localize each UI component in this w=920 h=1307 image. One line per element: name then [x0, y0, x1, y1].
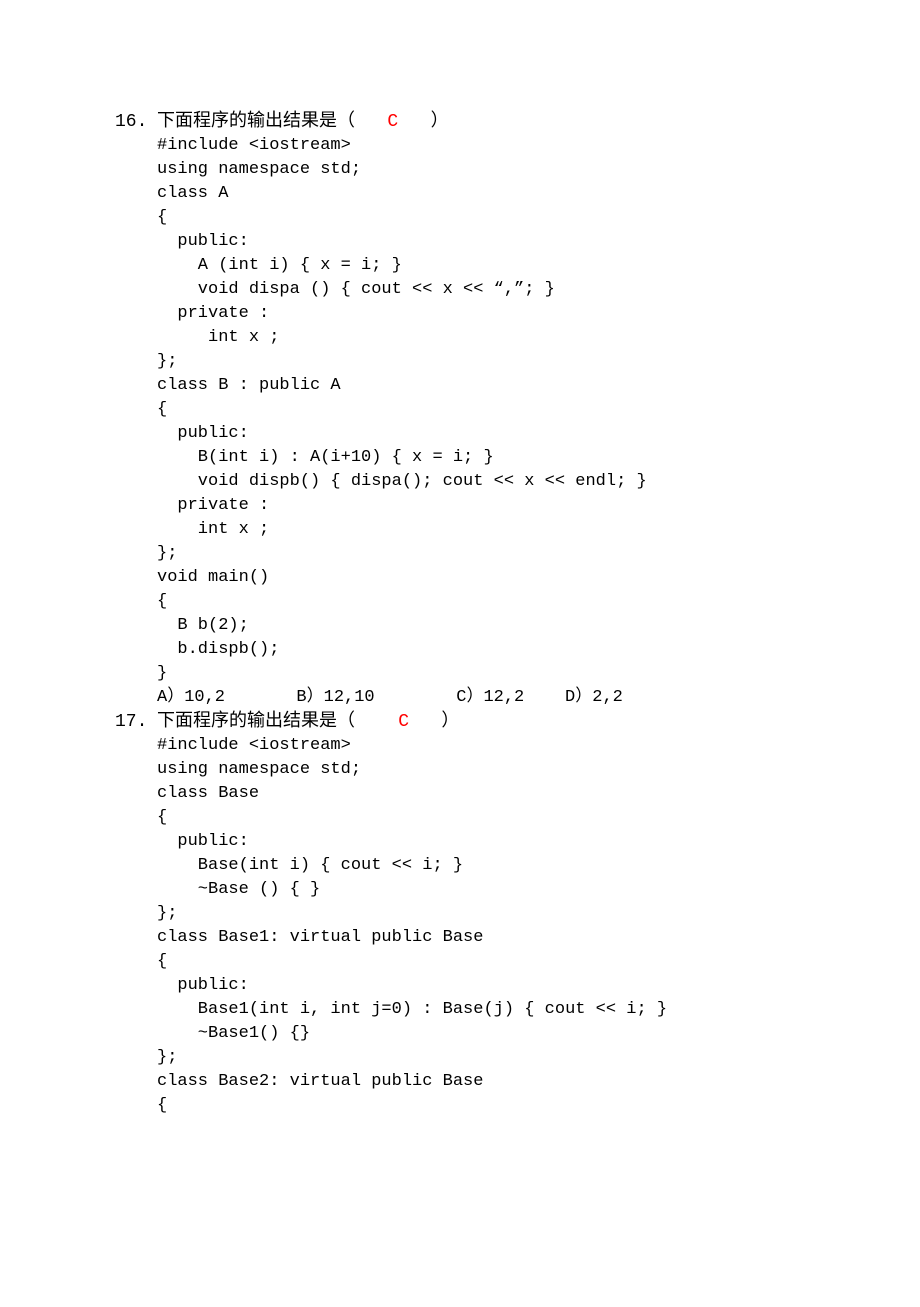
code-block-17: #include <iostream> using namespace std;… — [157, 734, 860, 1118]
question-16: 16. 下面程序的输出结果是（ C ） #include <iostream> … — [115, 110, 860, 710]
stem-prefix: 下面程序的输出结果是（ — [157, 112, 387, 132]
answer-letter: C — [398, 712, 409, 732]
answer-letter: C — [387, 112, 398, 132]
question-17-header: 17. 下面程序的输出结果是（ C ） — [115, 710, 860, 734]
options-16: A）10,2 B）12,10 C）12,2 D）2,2 — [157, 686, 860, 710]
stem-suffix: ） — [409, 712, 459, 732]
question-stem: 下面程序的输出结果是（ C ） — [157, 710, 459, 734]
question-number: 16. — [115, 110, 157, 134]
question-stem: 下面程序的输出结果是（ C ） — [157, 110, 449, 134]
code-block-16: #include <iostream> using namespace std;… — [157, 134, 860, 686]
stem-suffix: ） — [398, 112, 448, 132]
question-number: 17. — [115, 710, 157, 734]
question-17: 17. 下面程序的输出结果是（ C ） #include <iostream> … — [115, 710, 860, 1118]
question-16-header: 16. 下面程序的输出结果是（ C ） — [115, 110, 860, 134]
stem-prefix: 下面程序的输出结果是（ — [157, 712, 398, 732]
page: 16. 下面程序的输出结果是（ C ） #include <iostream> … — [0, 0, 920, 1178]
